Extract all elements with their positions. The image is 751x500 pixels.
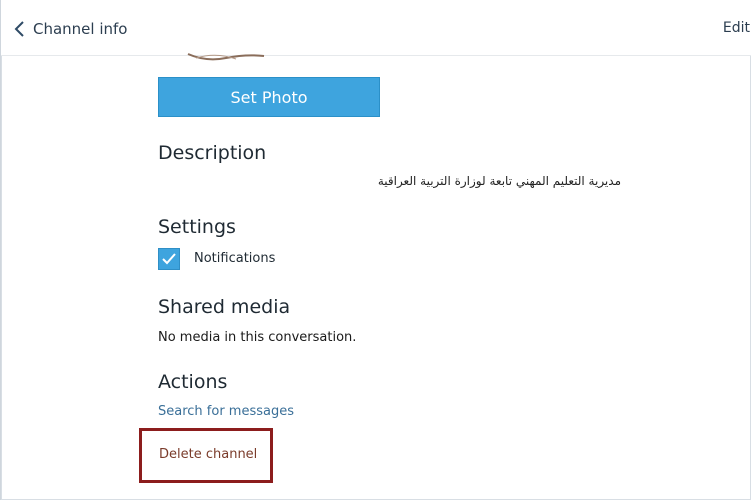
channel-info-window: Channel info Edit Set Photo Description … [0,0,751,500]
description-heading: Description [158,142,267,164]
shared-media-heading: Shared media [158,296,291,318]
notifications-label[interactable]: Notifications [194,251,275,266]
shared-media-empty-text: No media in this conversation. [158,330,357,345]
edit-button[interactable]: Edit [723,20,750,36]
description-text: مديرية التعليم المهني تابعة لوزارة الترب… [377,174,621,188]
chevron-left-icon [14,21,24,37]
channel-avatar [187,53,265,61]
top-bar: Channel info Edit [1,0,751,56]
checkmark-icon [162,253,176,265]
delete-channel-link[interactable]: Delete channel [159,447,257,462]
back-button-label: Channel info [33,20,128,38]
actions-heading: Actions [158,371,228,393]
search-messages-link[interactable]: Search for messages [158,404,294,419]
set-photo-button[interactable]: Set Photo [158,77,380,117]
back-button[interactable]: Channel info [13,18,127,40]
settings-heading: Settings [158,216,236,238]
notifications-checkbox[interactable] [158,248,180,270]
